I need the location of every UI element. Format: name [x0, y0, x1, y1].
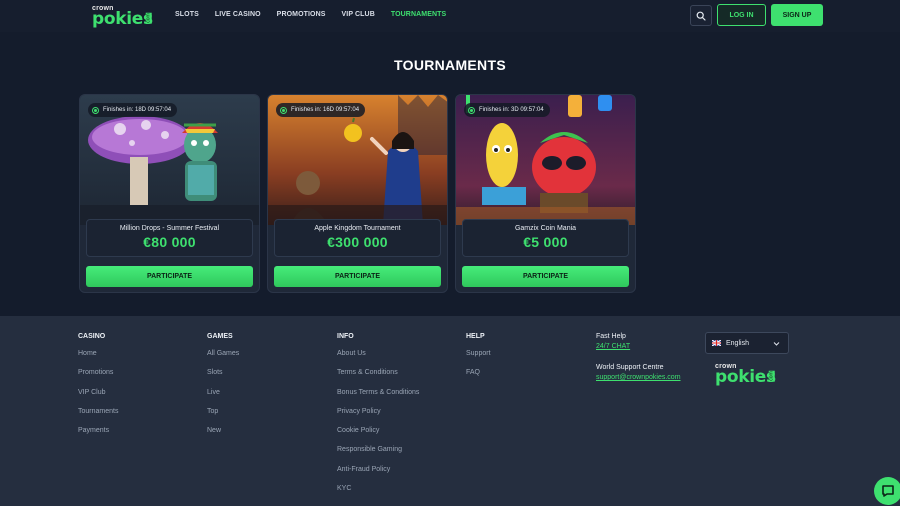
footer-link-promotions[interactable]: Promotions: [78, 369, 118, 376]
footer-link-vip-club[interactable]: VIP Club: [78, 389, 118, 396]
footer-link-faq[interactable]: FAQ: [466, 369, 491, 376]
language-label: English: [726, 339, 749, 347]
language-select[interactable]: English: [705, 332, 789, 354]
search-icon: [696, 11, 706, 21]
logo-suffix: com: [768, 370, 775, 382]
nav-slots[interactable]: SLOTS: [175, 11, 199, 18]
footer-casino-column: CASINO Home Promotions VIP Club Tourname…: [78, 333, 118, 446]
participate-button[interactable]: PARTICIPATE: [86, 266, 253, 287]
header: crown pokies com SLOTS LIVE CASINO PROMO…: [0, 0, 900, 32]
login-button[interactable]: LOG IN: [717, 4, 766, 26]
footer-link-new[interactable]: New: [207, 427, 239, 434]
nav-promotions[interactable]: PROMOTIONS: [277, 11, 326, 18]
footer-link-home[interactable]: Home: [78, 350, 118, 357]
footer-heading: INFO: [337, 333, 354, 340]
tournament-card: Finishes in: 18D 09:57:04 Million Drops …: [79, 94, 260, 293]
search-button[interactable]: [690, 5, 712, 26]
fast-help-title: Fast Help: [596, 333, 626, 340]
main-nav: SLOTS LIVE CASINO PROMOTIONS VIP CLUB TO…: [175, 11, 462, 18]
footer-logo[interactable]: crown pokies com: [715, 362, 776, 387]
tournament-card: Finishes in: 3D 09:57:04 Gamzix Coin Man…: [455, 94, 636, 293]
tournament-name: Apple Kingdom Tournament: [314, 225, 401, 232]
footer-link-responsible-gaming[interactable]: Responsible Gaming: [337, 446, 419, 453]
tournament-prize: €80 000: [143, 234, 196, 250]
clock-icon: [92, 106, 99, 114]
tournament-prize: €5 000: [523, 234, 568, 250]
tournament-info: Million Drops - Summer Festival €80 000: [86, 219, 253, 257]
tournament-image: Finishes in: 16D 09:57:04: [268, 95, 447, 225]
tournament-image: Finishes in: 3D 09:57:04: [456, 95, 635, 225]
live-chat-link[interactable]: 24/7 CHAT: [596, 343, 681, 350]
participate-button[interactable]: PARTICIPATE: [274, 266, 441, 287]
footer-link-tournaments[interactable]: Tournaments: [78, 408, 118, 415]
nav-live-casino[interactable]: LIVE CASINO: [215, 11, 261, 18]
tournament-timer: Finishes in: 16D 09:57:04: [276, 103, 366, 117]
tournament-name: Gamzix Coin Mania: [514, 225, 577, 232]
uk-flag-icon: [712, 340, 721, 346]
nav-vip-club[interactable]: VIP CLUB: [342, 11, 375, 18]
footer-link-slots[interactable]: Slots: [207, 369, 239, 376]
tournament-info: Apple Kingdom Tournament €300 000: [274, 219, 441, 257]
page-title: TOURNAMENTS: [394, 57, 506, 73]
footer-link-top[interactable]: Top: [207, 408, 239, 415]
footer-info-column: INFO About Us Terms & Conditions Bonus T…: [337, 333, 419, 504]
footer-link-anti-fraud[interactable]: Anti-Fraud Policy: [337, 466, 419, 473]
tournament-image: Finishes in: 18D 09:57:04: [80, 95, 259, 225]
footer-link-cookie[interactable]: Cookie Policy: [337, 427, 419, 434]
logo-suffix: com: [145, 12, 152, 24]
footer-link-support[interactable]: Support: [466, 350, 491, 357]
participate-button[interactable]: PARTICIPATE: [462, 266, 629, 287]
world-support-title: World Support Centre: [596, 364, 664, 371]
footer-link-kyc[interactable]: KYC: [337, 485, 419, 492]
nav-tournaments[interactable]: TOURNAMENTS: [391, 11, 446, 18]
timer-text: Finishes in: 18D 09:57:04: [103, 107, 172, 113]
footer-heading: HELP: [466, 333, 485, 340]
footer-link-privacy[interactable]: Privacy Policy: [337, 408, 419, 415]
tournament-info: Gamzix Coin Mania €5 000: [462, 219, 629, 257]
live-chat-button[interactable]: [874, 477, 900, 505]
tournament-prize: €300 000: [327, 234, 388, 250]
tournament-timer: Finishes in: 3D 09:57:04: [464, 103, 550, 117]
tournament-name: Million Drops - Summer Festival: [119, 225, 220, 232]
timer-text: Finishes in: 3D 09:57:04: [479, 107, 544, 113]
logo-big-text: pokies: [715, 367, 776, 387]
footer-link-bonus-terms[interactable]: Bonus Terms & Conditions: [337, 389, 419, 396]
clock-icon: [468, 106, 475, 114]
clock-icon: [280, 106, 287, 114]
logo-big-text: pokies: [92, 9, 153, 29]
tournament-timer: Finishes in: 18D 09:57:04: [88, 103, 178, 117]
signup-button[interactable]: SIGN UP: [771, 4, 823, 26]
footer-heading: GAMES: [207, 333, 233, 340]
footer-link-terms[interactable]: Terms & Conditions: [337, 369, 419, 376]
tournament-card: Finishes in: 16D 09:57:04 Apple Kingdom …: [267, 94, 448, 293]
timer-text: Finishes in: 16D 09:57:04: [291, 107, 360, 113]
footer-help-column: HELP Support FAQ: [466, 333, 491, 389]
footer-heading: CASINO: [78, 333, 106, 340]
footer-link-live[interactable]: Live: [207, 389, 239, 396]
footer-link-all-games[interactable]: All Games: [207, 350, 239, 357]
chevron-down-icon: [773, 342, 780, 346]
footer-link-payments[interactable]: Payments: [78, 427, 118, 434]
support-email-link[interactable]: support@crownpokies.com: [596, 374, 681, 381]
footer-games-column: GAMES All Games Slots Live Top New: [207, 333, 239, 446]
footer-link-about-us[interactable]: About Us: [337, 350, 419, 357]
footer-contact-column: Fast Help 24/7 CHAT World Support Centre…: [596, 333, 681, 381]
chat-icon: [882, 485, 894, 497]
site-logo[interactable]: crown pokies com: [92, 4, 153, 29]
